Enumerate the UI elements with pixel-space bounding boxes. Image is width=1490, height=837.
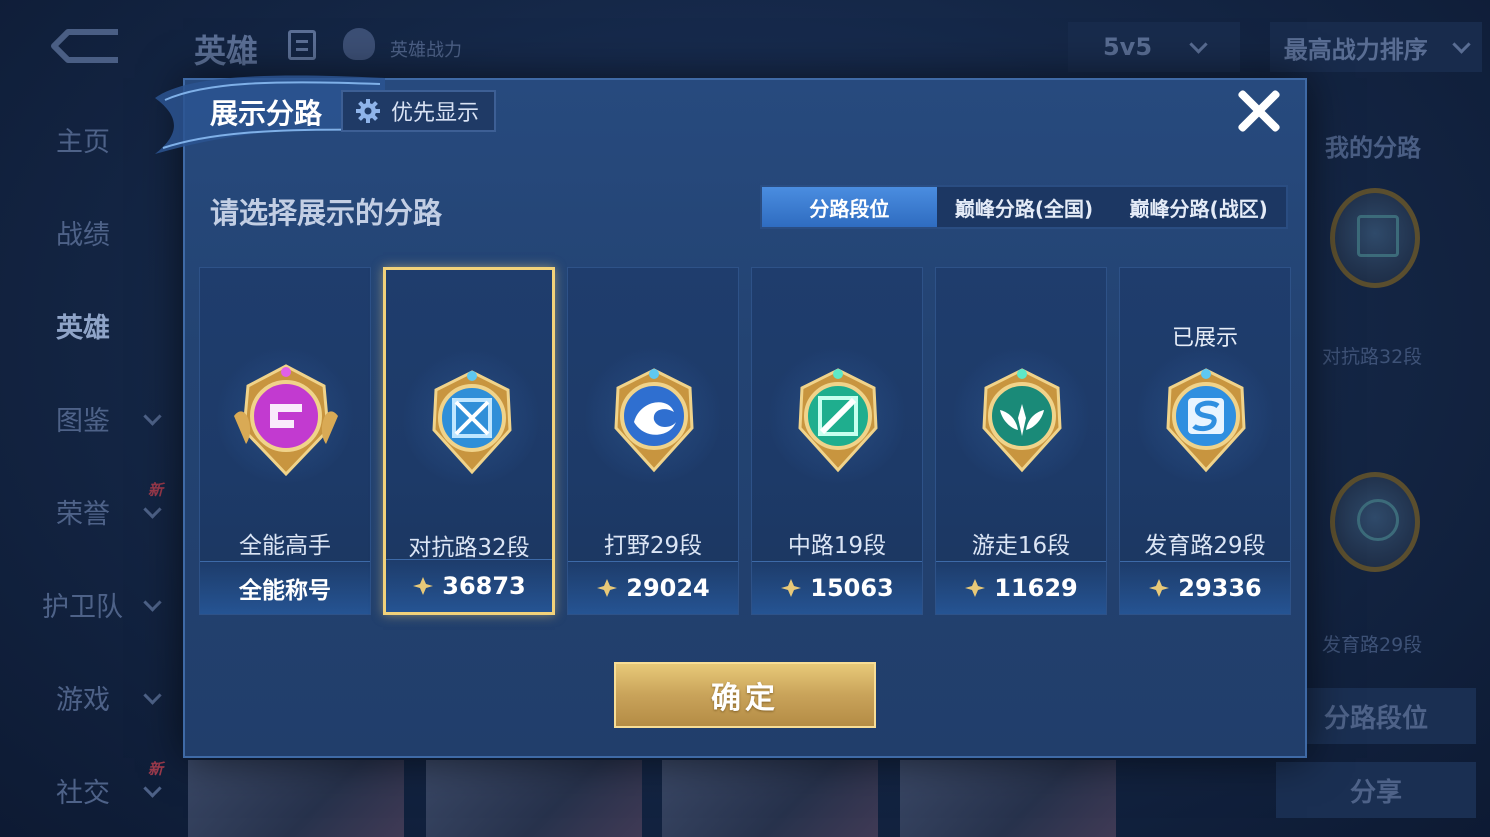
lane-card-all-round[interactable]: 全能高手 全能称号 xyxy=(199,267,371,615)
chevron-down-icon xyxy=(143,778,162,798)
nav-item-heroes[interactable]: 英雄 xyxy=(0,295,185,355)
priority-display-label: 优先显示 xyxy=(391,101,480,126)
nav-item-label: 社交 xyxy=(56,777,110,809)
nav-item-label: 荣誉 xyxy=(56,498,110,530)
nav-item-label: 护卫队 xyxy=(42,591,123,623)
list-icon[interactable] xyxy=(288,30,316,60)
mode-select[interactable]: 5v5 xyxy=(1068,22,1240,72)
lane-card-name: 发育路29段 xyxy=(1144,533,1266,559)
chevron-down-icon xyxy=(143,685,162,705)
hero-portrait[interactable] xyxy=(662,760,878,837)
my-lanes-title: 我的分路 xyxy=(1325,134,1421,162)
lane-card-footer: 29024 xyxy=(568,561,738,614)
lane-card-farm[interactable]: 已展示 发育路29段 29336 xyxy=(1119,267,1291,615)
chevron-down-icon xyxy=(1189,34,1208,54)
nav-item-games[interactable]: 游戏 xyxy=(0,667,185,727)
lane-card-footer: 11629 xyxy=(936,561,1106,614)
lane-card-name: 中路19段 xyxy=(787,533,887,559)
lane-card-score: 36873 xyxy=(442,572,526,600)
chevron-down-icon xyxy=(143,406,162,426)
my-lane-label: 对抗路32段 xyxy=(1322,346,1423,368)
chevron-down-icon xyxy=(143,499,162,519)
mode-select-value: 5v5 xyxy=(1102,33,1153,61)
lane-card-roam[interactable]: 游走16段 11629 xyxy=(935,267,1107,615)
clash-lane-badge-icon xyxy=(432,370,512,475)
tab-peak-national[interactable]: 巅峰分路(全国) xyxy=(937,187,1112,227)
lane-card-footer: 36873 xyxy=(386,559,552,612)
already-shown-label: 已展示 xyxy=(1171,326,1238,351)
nav-item-label: 英雄 xyxy=(56,312,110,344)
lane-card-score: 29024 xyxy=(626,574,710,602)
lane-card-score: 11629 xyxy=(994,574,1078,602)
nav-item-codex[interactable]: 图鉴 xyxy=(0,388,185,448)
rank-crest-icon xyxy=(413,577,434,595)
jungle-badge-icon xyxy=(614,368,694,473)
confirm-button[interactable]: 确定 xyxy=(614,662,876,728)
mid-lane-badge-icon xyxy=(798,368,878,473)
close-icon[interactable] xyxy=(1236,88,1282,134)
dialog-title: 展示分路 xyxy=(210,97,323,130)
hero-avatar-icon xyxy=(343,28,375,60)
lane-card-footer: 15063 xyxy=(752,561,922,614)
lane-card-footer-text: 全能称号 xyxy=(239,578,331,604)
back-icon[interactable] xyxy=(48,24,124,66)
rank-crest-icon xyxy=(781,579,802,597)
my-lane-label: 发育路29段 xyxy=(1322,634,1423,656)
chevron-down-icon xyxy=(143,592,162,612)
farm-lane-badge-icon xyxy=(1330,472,1420,572)
sort-select-value: 最高战力排序 xyxy=(1283,35,1428,64)
lane-card-list: 全能高手 全能称号 对抗路32段 36873 打野29段 29024 中路19段… xyxy=(199,267,1291,617)
nav-item-label: 游戏 xyxy=(56,684,110,716)
nav-item-label: 战绩 xyxy=(56,219,110,251)
lane-card-name: 打野29段 xyxy=(603,533,703,559)
lane-card-jungle[interactable]: 打野29段 29024 xyxy=(567,267,739,615)
lane-card-footer: 全能称号 xyxy=(200,561,370,614)
share-button[interactable]: 分享 xyxy=(1276,762,1476,818)
lane-card-score: 29336 xyxy=(1178,574,1262,602)
gear-icon xyxy=(356,99,380,123)
lane-card-mid[interactable]: 中路19段 15063 xyxy=(751,267,923,615)
clash-lane-badge-icon xyxy=(1330,188,1420,288)
hero-portrait[interactable] xyxy=(900,760,1116,837)
sort-select[interactable]: 最高战力排序 xyxy=(1270,22,1482,72)
page-title: 英雄 xyxy=(194,32,259,70)
nav-item-label: 图鉴 xyxy=(56,405,110,437)
nav-item-records[interactable]: 战绩 xyxy=(0,202,185,262)
hero-portrait[interactable] xyxy=(426,760,642,837)
nav-item-guard-team[interactable]: 护卫队 xyxy=(0,574,185,634)
hero-power-label[interactable]: 英雄战力 xyxy=(390,36,462,62)
tab-lane-rank[interactable]: 分路段位 xyxy=(762,187,937,227)
my-lanes-panel: 我的分路 对抗路32段 发育路29段 分路段位 分享 xyxy=(1276,110,1490,837)
roam-badge-icon xyxy=(982,368,1062,473)
lane-card-clash[interactable]: 对抗路32段 36873 xyxy=(383,267,555,615)
lane-tabs: 分路段位 巅峰分路(全国) 巅峰分路(战区) xyxy=(760,185,1288,229)
lane-card-name: 对抗路32段 xyxy=(408,535,530,561)
all-round-badge-icon xyxy=(234,364,338,477)
lane-card-score: 15063 xyxy=(810,574,894,602)
nav-item-social[interactable]: 社交 新 xyxy=(0,760,185,820)
new-badge: 新 xyxy=(148,481,164,499)
tab-peak-region[interactable]: 巅峰分路(战区) xyxy=(1111,187,1286,227)
nav-item-label: 主页 xyxy=(56,126,110,158)
new-badge: 新 xyxy=(148,760,164,778)
rank-crest-icon xyxy=(1149,579,1170,597)
rank-crest-icon xyxy=(597,579,618,597)
rank-crest-icon xyxy=(965,579,986,597)
priority-display-button[interactable]: 优先显示 xyxy=(341,90,496,132)
chevron-down-icon xyxy=(1452,34,1471,54)
lane-card-footer: 29336 xyxy=(1120,561,1290,614)
nav-item-honor[interactable]: 荣誉 新 xyxy=(0,481,185,541)
dialog-subtitle: 请选择展示的分路 xyxy=(210,196,443,230)
hero-portrait[interactable] xyxy=(188,760,404,837)
lane-card-name: 全能高手 xyxy=(239,533,331,559)
farm-lane-badge-icon xyxy=(1166,368,1246,473)
lane-card-name: 游走16段 xyxy=(971,533,1071,559)
